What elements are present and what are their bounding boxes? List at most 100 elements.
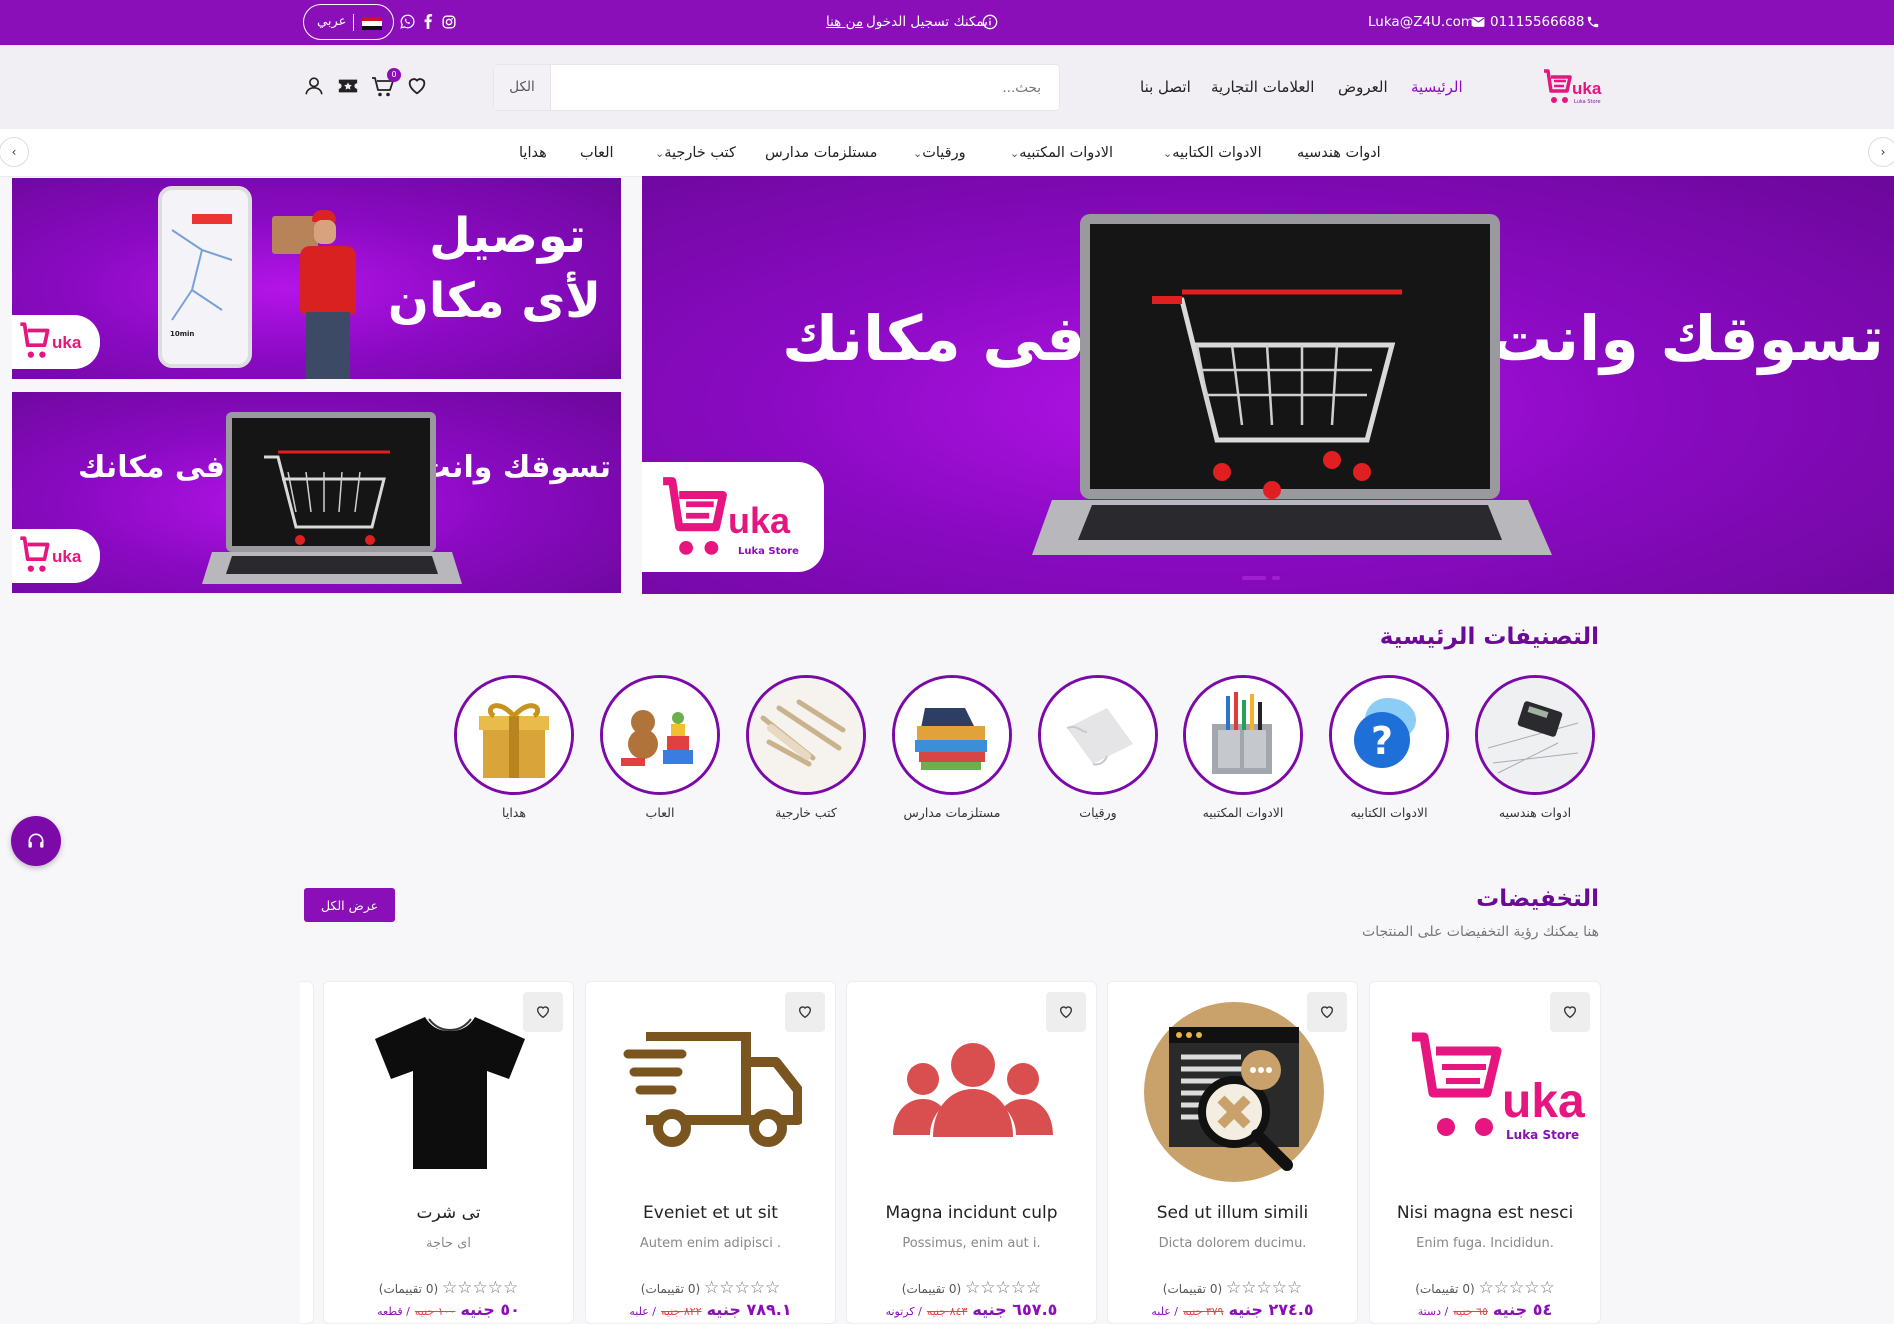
category-link-writing-tools[interactable]: ⌄الادوات الكتابيه [1153, 129, 1262, 177]
hero-delivery-banner[interactable]: توصيل لأى مكان 10min uka [12, 178, 621, 379]
login-link[interactable]: من هنا [826, 0, 863, 45]
language-switcher[interactable]: عربي [303, 4, 394, 40]
instagram-icon[interactable] [442, 15, 456, 29]
facebook-icon[interactable] [423, 14, 433, 29]
category-card-school-supplies[interactable]: مستلزمات مدارس [892, 675, 1012, 820]
search-input[interactable] [556, 65, 1051, 110]
product-image[interactable]: uka Luka Store [1390, 1002, 1600, 1182]
product-title[interactable]: Eveniet et ut sit [586, 1203, 835, 1223]
cart-logo-icon [20, 536, 50, 572]
category-card-gifts[interactable]: هدايا [454, 675, 574, 820]
category-scroll-left-button[interactable]: ‹ [0, 137, 29, 167]
delivery-man-image [272, 208, 372, 379]
topbar-email[interactable]: Luka@Z4U.com [1368, 0, 1474, 45]
desk-organizer-icon [1186, 678, 1300, 792]
main-categories-title: التصنيفات الرئيسية [1379, 624, 1599, 650]
current-price: ٦٥٧.٥ جنيه [972, 1300, 1058, 1319]
category-card-paper[interactable]: ورقيات [1038, 675, 1158, 820]
product-card[interactable]: uka Luka Store Nisi magna est nesci Enim … [1369, 981, 1601, 1324]
view-all-button[interactable]: عرض الكل [304, 888, 395, 922]
product-image[interactable] [606, 1002, 817, 1182]
coupon-icon[interactable] [337, 77, 359, 95]
logo-wordmark: uka [52, 333, 82, 352]
product-image[interactable] [867, 1002, 1078, 1182]
slider-dot[interactable] [1272, 576, 1280, 580]
toys-icon [603, 678, 717, 792]
users-group-image [892, 1043, 1053, 1137]
cart-logo-icon [20, 322, 50, 358]
egypt-flag-icon [362, 17, 382, 30]
category-circle [1475, 675, 1595, 795]
cart-button[interactable]: 0 [371, 68, 401, 100]
product-card[interactable]: تى شرت اى حاجة ☆☆☆☆☆ (0 تقييمات) ٥٠ جنيه… [323, 981, 574, 1324]
calculator-tools-icon [1478, 678, 1592, 792]
product-rating: ☆☆☆☆☆ (0 تقييمات) [1370, 1278, 1600, 1298]
category-link-gifts[interactable]: هدايا [519, 129, 547, 177]
paper-icon [1041, 678, 1155, 792]
category-circle [454, 675, 574, 795]
product-title[interactable]: Magna incidunt culp [847, 1203, 1096, 1223]
search-browser-image [1143, 1002, 1324, 1182]
chevron-down-icon: ⌄ [1010, 147, 1020, 160]
price-unit: / كرتونه [885, 1305, 922, 1318]
nav-contact[interactable]: اتصل بنا [1140, 67, 1191, 107]
category-card-toys[interactable]: العاب [600, 675, 720, 820]
category-scroll-right-button[interactable]: › [1868, 137, 1894, 167]
search-category-select[interactable]: الكل [494, 65, 551, 110]
rating-count: (0 تقييمات) [1415, 1282, 1475, 1296]
nav-brands[interactable]: العلامات التجارية [1211, 67, 1314, 107]
category-link-label: الادوات الكتابيه [1172, 145, 1262, 161]
category-circle [1183, 675, 1303, 795]
gift-box-icon [457, 678, 571, 792]
star-rating-icon: ☆☆☆☆☆ [442, 1278, 519, 1298]
price-unit: / دستة [1417, 1305, 1449, 1318]
product-title[interactable]: Sed ut illum simili [1108, 1203, 1357, 1223]
product-image[interactable] [344, 1002, 555, 1182]
chevron-down-icon: ⌄ [913, 147, 923, 160]
product-rating: ☆☆☆☆☆ (0 تقييمات) [586, 1278, 835, 1298]
product-description: Enim fuga. Incididun. [1416, 1236, 1554, 1251]
category-label: العاب [645, 805, 675, 820]
product-title[interactable]: Nisi magna est nesci [1370, 1203, 1600, 1223]
logo-subtitle: Luka Store [738, 546, 799, 557]
category-link-engineering-tools[interactable]: ادوات هندسيه [1297, 129, 1381, 177]
site-logo[interactable]: uka Luka Store [1538, 65, 1601, 109]
old-price: ٣٧٩ جنيه [1183, 1305, 1224, 1318]
product-card[interactable]: Magna incidunt culp Possimus, enim aut i… [846, 981, 1097, 1324]
product-card[interactable]: Sed ut illum simili Dicta dolorem ducimu… [1107, 981, 1358, 1324]
support-chat-button[interactable] [11, 816, 61, 866]
category-link-toys[interactable]: العاب [580, 129, 614, 177]
nav-home[interactable]: الرئيسية [1411, 67, 1463, 107]
logo-wordmark: uka [728, 500, 791, 541]
slider-dot-active[interactable] [1242, 576, 1266, 580]
nav-offers[interactable]: العروض [1338, 67, 1388, 107]
topbar-phone[interactable]: 01115566688 [1490, 0, 1584, 45]
product-title[interactable]: تى شرت [324, 1203, 573, 1223]
wishlist-icon[interactable] [406, 75, 428, 97]
product-price: ٧٨٩.١ جنيه ٨٢٢ جنيه / علبه [586, 1300, 835, 1319]
whatsapp-icon[interactable] [400, 14, 415, 29]
category-card-writing-tools[interactable]: ? الادوات الكتابيه [1329, 675, 1449, 820]
category-card-external-books[interactable]: كتب خارجية [746, 675, 866, 820]
category-link-paper[interactable]: ⌄ورقيات [903, 129, 966, 177]
svg-text:uka: uka [1502, 1075, 1585, 1128]
cart-count-badge: 0 [387, 68, 401, 82]
category-card-office-tools[interactable]: الادوات المكتبيه [1183, 675, 1303, 820]
price-unit: / علبه [629, 1305, 657, 1318]
price-unit: / قطعه [377, 1305, 410, 1318]
svg-text:?: ? [1371, 719, 1393, 763]
category-link-external-books[interactable]: ⌄كتب خارجية [645, 129, 736, 177]
product-image[interactable] [1128, 1002, 1339, 1182]
hero-main-banner[interactable]: تسوقك وانت فى مكانك uka Luka Store [642, 176, 1894, 594]
hero-delivery-line1: توصيل [429, 208, 586, 264]
old-price: ٦٥ جنيه [1453, 1305, 1488, 1318]
category-link-school-supplies[interactable]: مستلزمات مدارس [765, 129, 877, 177]
user-account-icon[interactable] [303, 75, 325, 97]
hero-shopping-banner[interactable]: تسوقك وانت فى مكانك uka [12, 392, 621, 593]
category-card-engineering-tools[interactable]: ادوات هندسيه [1475, 675, 1595, 820]
rating-count: (0 تقييمات) [378, 1282, 439, 1296]
delivery-truck-image [623, 1032, 802, 1147]
category-link-office-tools[interactable]: ⌄الادوات المكتبيه [1000, 129, 1113, 177]
product-card[interactable]: Eveniet et ut sit Autem enim adipisci . … [585, 981, 836, 1324]
logo-wordmark: uka [52, 547, 82, 566]
